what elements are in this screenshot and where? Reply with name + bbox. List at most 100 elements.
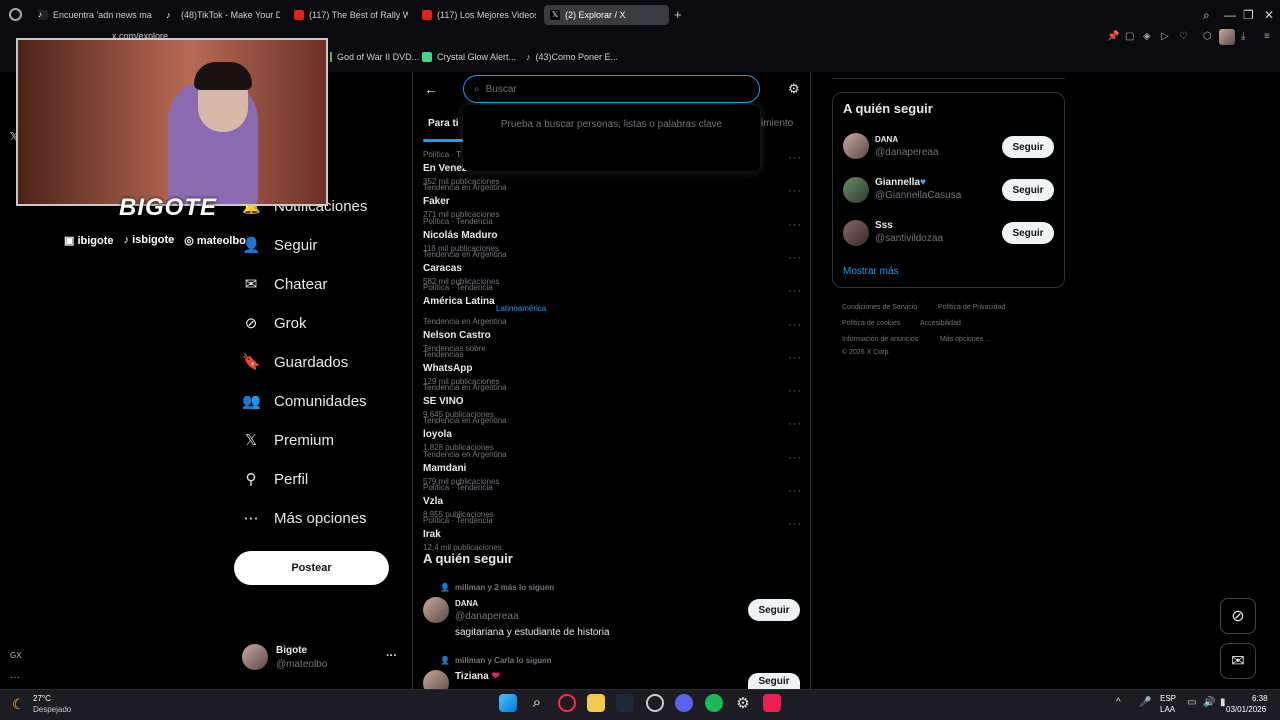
nav-more[interactable]: ⋯ Más opciones [242,509,367,528]
trend-more-icon[interactable]: ··· [788,285,802,297]
app-icon[interactable] [646,694,664,712]
browser-tab[interactable]: ♪ Encuentra 'adn news mad [32,5,152,25]
download-icon[interactable]: ⤓ [1241,31,1245,42]
account-switcher[interactable]: Bigote @mateolbo ··· [242,644,402,674]
bookmark-item[interactable]: Crystal Glow Alert... [422,52,516,62]
bookmark-item[interactable]: God of War II DVD... [330,52,419,62]
clock-time[interactable]: 6:38 [1252,694,1268,703]
spotify-icon[interactable] [705,694,723,712]
nav-grok[interactable]: ⊘ Grok [242,314,307,333]
opera-menu-icon[interactable] [9,8,22,21]
shield-icon[interactable]: ◈ [1143,31,1151,42]
tab-for-you[interactable]: Para ti [428,118,459,129]
trend-more-icon[interactable]: ··· [788,319,802,331]
battery-icon[interactable]: ▮ [1220,697,1226,708]
trend-more-icon[interactable]: ··· [788,485,802,497]
follow-button[interactable]: Seguir [748,673,800,689]
user-name[interactable]: DANA [875,135,898,144]
trend-link[interactable]: Latinoamérica [496,304,546,313]
search-input[interactable] [485,83,726,95]
social-context: miliman y 2 más lo siguen [455,583,555,592]
extensions-icon[interactable]: ⬡ [1203,31,1212,42]
weather-temp[interactable]: 27°C [33,694,51,703]
follow-button[interactable]: Seguir [748,599,800,621]
nav-profile[interactable]: ⚲ Perfil [242,470,309,489]
search-icon[interactable]: ⌕ [528,694,546,712]
nav-bookmarks[interactable]: 🔖 Guardados [242,353,348,372]
avatar[interactable] [843,133,869,159]
steam-icon[interactable] [616,694,634,712]
trend-more-icon[interactable]: ··· [788,385,802,397]
lang-code[interactable]: ESP [1160,694,1176,703]
avatar[interactable] [843,177,869,203]
profile-avatar[interactable] [1219,29,1235,45]
nav-chat[interactable]: ✉ Chatear [242,275,328,294]
windows-start-icon[interactable] [499,694,517,712]
nav-follow[interactable]: 👤 Seguir [242,236,317,255]
footer-link[interactable]: Política de Privacidad [938,304,1005,311]
user-name[interactable]: DANA [455,599,478,608]
trend-more-icon[interactable]: ··· [788,452,802,464]
browser-tab[interactable]: (117) Los Mejores Videos [416,5,536,25]
bookmark-item[interactable]: ♪ (43)Como Poner E... [526,52,618,62]
follow-button[interactable]: Seguir [1002,136,1054,158]
footer-link[interactable]: Más opciones ... [940,336,991,343]
volume-icon[interactable]: 🔊 [1203,697,1215,708]
nav-communities[interactable]: 👥 Comunidades [242,392,367,411]
trend-more-icon[interactable]: ··· [788,219,802,231]
nav-premium[interactable]: 𝕏 Premium [242,431,334,450]
messages-fab[interactable]: ✉ [1220,643,1256,679]
heart-icon[interactable]: ♡ [1179,31,1188,42]
grok-fab[interactable]: ⊘ [1220,598,1256,634]
trend-more-icon[interactable]: ··· [788,352,802,364]
opera-gx-icon[interactable] [558,694,576,712]
trend-more-icon[interactable]: ··· [788,252,802,264]
settings-gear-icon[interactable]: ⚙ [788,81,800,97]
restore-icon[interactable]: ❐ [1243,8,1254,22]
tiktok-icon: ♪ [38,10,48,20]
footer-link[interactable]: Condiciones de Servicio [842,304,917,311]
user-name[interactable]: Sss [875,220,893,231]
follow-button[interactable]: Seguir [1002,179,1054,201]
close-icon[interactable]: ✕ [1264,8,1274,22]
avatar[interactable] [423,597,449,623]
back-arrow-icon[interactable]: ← [424,81,438,97]
new-tab-button[interactable]: + [674,7,682,22]
footer-link[interactable]: Política de cookies [842,320,900,327]
file-explorer-icon[interactable] [587,694,605,712]
search-icon[interactable]: ⌕ [1203,8,1210,23]
follow-button[interactable]: Seguir [1002,222,1054,244]
show-more-link[interactable]: Mostrar más [843,266,899,277]
browser-tab[interactable]: (117) The Best of Rally WR [288,5,408,25]
account-more-icon[interactable]: ··· [386,650,397,662]
trend-name: Faker [423,196,450,208]
screenshot-icon[interactable]: ▢ [1125,31,1134,42]
play-icon[interactable]: ▷ [1161,31,1169,42]
search-box[interactable]: ⌕ [463,75,760,103]
pin-icon[interactable]: 📌 [1107,31,1119,42]
tray-chevron-icon[interactable]: ^ [1116,697,1121,708]
tiktok-icon[interactable] [763,694,781,712]
trend-name: Irak [423,529,441,541]
post-button[interactable]: Postear [234,551,389,585]
trend-more-icon[interactable]: ··· [788,185,802,197]
more-icon[interactable]: ··· [10,672,20,683]
network-icon[interactable]: ▭ [1187,697,1196,708]
discord-icon[interactable] [675,694,693,712]
menu-icon[interactable]: ≡ [1264,31,1270,42]
browser-tab-active[interactable]: 𝕏 (2) Explorar / X [544,5,669,25]
user-name[interactable]: Tiziana ❤ [455,671,500,682]
minimize-icon[interactable]: — [1224,8,1236,22]
mic-icon[interactable]: 🎤 [1139,697,1151,708]
trend-more-icon[interactable]: ··· [788,152,802,164]
tab-partial[interactable]: imiento [761,118,793,129]
browser-tab[interactable]: ♪ (48)TikTok - Make Your D [160,5,280,25]
trend-more-icon[interactable]: ··· [788,418,802,430]
footer-link[interactable]: Información de anuncios [842,336,918,343]
avatar[interactable] [843,220,869,246]
brand-logo: BIGOTE [118,194,217,221]
footer-link[interactable]: Accesibilidad [920,320,961,327]
trend-more-icon[interactable]: ··· [788,518,802,530]
user-name[interactable]: Giannella♥ [875,177,926,188]
settings-icon[interactable]: ⚙ [734,694,752,712]
